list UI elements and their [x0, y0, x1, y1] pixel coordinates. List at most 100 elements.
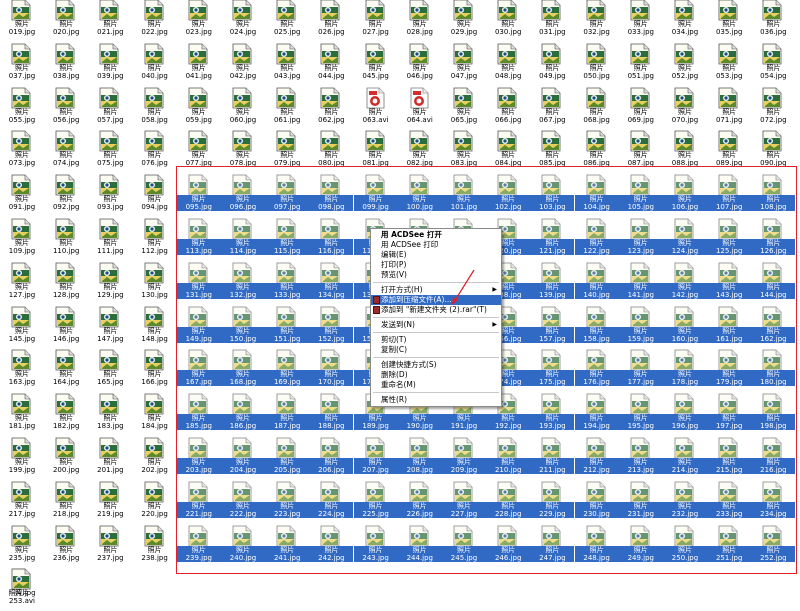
file-item[interactable]: 照片 022.jpg: [133, 0, 177, 42]
file-item[interactable]: 照片 219.jpg: [88, 480, 132, 524]
file-item[interactable]: 照片 169.jpg: [265, 348, 310, 392]
file-item[interactable]: 照片 074.jpg: [44, 129, 88, 173]
file-item[interactable]: 照片 196.jpg: [663, 392, 707, 436]
file-item[interactable]: 照片 237.jpg: [88, 524, 132, 568]
file-item[interactable]: 照片 041.jpg: [177, 42, 221, 86]
file-item[interactable]: 照片 197.jpg: [707, 392, 752, 436]
file-item[interactable]: 照片 061.jpg: [265, 86, 309, 130]
file-item[interactable]: 照片 089.jpg: [707, 129, 751, 173]
file-item[interactable]: 照片 107.jpg: [707, 173, 752, 217]
file-item[interactable]: 照片 114.jpg: [221, 217, 265, 261]
file-item[interactable]: 照片 079.jpg: [265, 129, 309, 173]
file-item[interactable]: 照片 094.jpg: [133, 173, 177, 217]
file-item[interactable]: 照片 222.jpg: [221, 480, 265, 524]
file-item[interactable]: 照片 048.jpg: [486, 42, 530, 86]
file-item[interactable]: 照片 179.jpg: [707, 348, 752, 392]
file-item[interactable]: 照片 021.jpg: [88, 0, 132, 42]
file-item[interactable]: 照片 049.jpg: [530, 42, 574, 86]
context-menu-item[interactable]: 剪切(T): [371, 335, 501, 345]
file-item[interactable]: 照片.jpg: [0, 567, 44, 611]
file-item[interactable]: 照片 033.jpg: [619, 0, 663, 42]
file-item[interactable]: 照片 227.jpg: [442, 480, 486, 524]
file-item[interactable]: 照片 110.jpg: [44, 217, 88, 261]
context-menu-item[interactable]: 预览(V): [371, 270, 501, 280]
file-item[interactable]: 照片 240.jpg: [221, 524, 265, 568]
file-item[interactable]: 照片 085.jpg: [530, 129, 574, 173]
file-item[interactable]: 照片 231.jpg: [618, 480, 663, 524]
file-item[interactable]: 照片 159.jpg: [618, 305, 663, 349]
file-item[interactable]: 照片 184.jpg: [133, 392, 177, 436]
file-item[interactable]: 照片 112.jpg: [133, 217, 177, 261]
file-item[interactable]: 照片 151.jpg: [265, 305, 310, 349]
file-item[interactable]: 照片 125.jpg: [707, 217, 752, 261]
file-item[interactable]: 照片 161.jpg: [707, 305, 752, 349]
file-item[interactable]: 照片 098.jpg: [309, 173, 354, 217]
file-item[interactable]: 照片 144.jpg: [751, 261, 796, 305]
file-item[interactable]: 照片 096.jpg: [221, 173, 265, 217]
file-item[interactable]: 照片 220.jpg: [133, 480, 177, 524]
file-item[interactable]: 照片 091.jpg: [0, 173, 44, 217]
file-item[interactable]: 照片 252.jpg: [751, 524, 796, 568]
file-item[interactable]: 照片 214.jpg: [663, 436, 707, 480]
context-menu-item[interactable]: 创建快捷方式(S): [371, 360, 501, 370]
file-item[interactable]: 照片 204.jpg: [221, 436, 265, 480]
file-item[interactable]: 照片 043.jpg: [265, 42, 309, 86]
file-item[interactable]: 照片 102.jpg: [486, 173, 531, 217]
file-item[interactable]: 照片 129.jpg: [88, 261, 132, 305]
file-item[interactable]: 照片 037.jpg: [0, 42, 44, 86]
context-menu-item[interactable]: 添加到 "新建文件夹 (2).rar"(T): [371, 305, 501, 315]
file-item[interactable]: 照片 056.jpg: [44, 86, 88, 130]
file-item[interactable]: 照片 147.jpg: [88, 305, 132, 349]
file-item[interactable]: 照片 065.jpg: [442, 86, 486, 130]
file-item[interactable]: 照片 038.jpg: [44, 42, 88, 86]
file-item[interactable]: 照片 235.jpg: [0, 524, 44, 568]
file-item[interactable]: 照片 249.jpg: [618, 524, 663, 568]
file-item[interactable]: 照片 243.jpg: [353, 524, 398, 568]
file-item[interactable]: 照片 177.jpg: [618, 348, 663, 392]
file-item[interactable]: 照片 149.jpg: [176, 305, 221, 349]
context-menu-item[interactable]: 用 ACDSee 打开: [371, 230, 501, 240]
file-item[interactable]: 照片 170.jpg: [309, 348, 354, 392]
file-item[interactable]: 照片 206.jpg: [309, 436, 354, 480]
file-item[interactable]: 照片 221.jpg: [176, 480, 221, 524]
file-item[interactable]: 照片 175.jpg: [530, 348, 575, 392]
file-item[interactable]: 照片 031.jpg: [530, 0, 574, 42]
file-item[interactable]: 照片 224.jpg: [309, 480, 354, 524]
file-item[interactable]: 照片 168.jpg: [221, 348, 265, 392]
file-item[interactable]: 照片 097.jpg: [265, 173, 310, 217]
file-item[interactable]: 照片 142.jpg: [663, 261, 707, 305]
file-item[interactable]: 照片 247.jpg: [530, 524, 575, 568]
file-item[interactable]: 照片 211.jpg: [530, 436, 575, 480]
file-item[interactable]: 照片 201.jpg: [88, 436, 132, 480]
file-item[interactable]: 照片 238.jpg: [133, 524, 177, 568]
file-item[interactable]: 照片 132.jpg: [221, 261, 265, 305]
file-item[interactable]: 照片 127.jpg: [0, 261, 44, 305]
file-item[interactable]: 照片 188.jpg: [309, 392, 354, 436]
context-menu-item[interactable]: 添加到压缩文件(A)...: [371, 295, 501, 305]
file-item[interactable]: 照片 080.jpg: [309, 129, 353, 173]
file-item[interactable]: 照片 055.jpg: [0, 86, 44, 130]
context-menu-item[interactable]: 属性(R): [371, 395, 501, 405]
file-item[interactable]: 照片 090.jpg: [751, 129, 795, 173]
file-item[interactable]: 照片 234.jpg: [751, 480, 796, 524]
file-item[interactable]: 照片 092.jpg: [44, 173, 88, 217]
file-item[interactable]: 照片 198.jpg: [751, 392, 796, 436]
file-item[interactable]: 照片 071.jpg: [707, 86, 751, 130]
file-item[interactable]: 照片 210.jpg: [486, 436, 531, 480]
file-item[interactable]: 照片 086.jpg: [575, 129, 619, 173]
file-item[interactable]: 照片 124.jpg: [663, 217, 707, 261]
file-item[interactable]: 照片 146.jpg: [44, 305, 88, 349]
file-item[interactable]: 照片 051.jpg: [619, 42, 663, 86]
file-item[interactable]: 照片 063.avi: [354, 86, 398, 130]
file-item[interactable]: 照片 044.jpg: [309, 42, 353, 86]
file-item[interactable]: 照片 067.jpg: [530, 86, 574, 130]
file-item[interactable]: 照片 073.jpg: [0, 129, 44, 173]
file-item[interactable]: 照片 028.jpg: [398, 0, 442, 42]
file-item[interactable]: 照片 244.jpg: [397, 524, 442, 568]
file-item[interactable]: 照片 026.jpg: [309, 0, 353, 42]
file-item[interactable]: 照片 121.jpg: [530, 217, 575, 261]
file-item[interactable]: 照片 029.jpg: [442, 0, 486, 42]
file-item[interactable]: 照片 076.jpg: [133, 129, 177, 173]
file-item[interactable]: 照片 216.jpg: [751, 436, 796, 480]
file-item[interactable]: 照片 060.jpg: [221, 86, 265, 130]
